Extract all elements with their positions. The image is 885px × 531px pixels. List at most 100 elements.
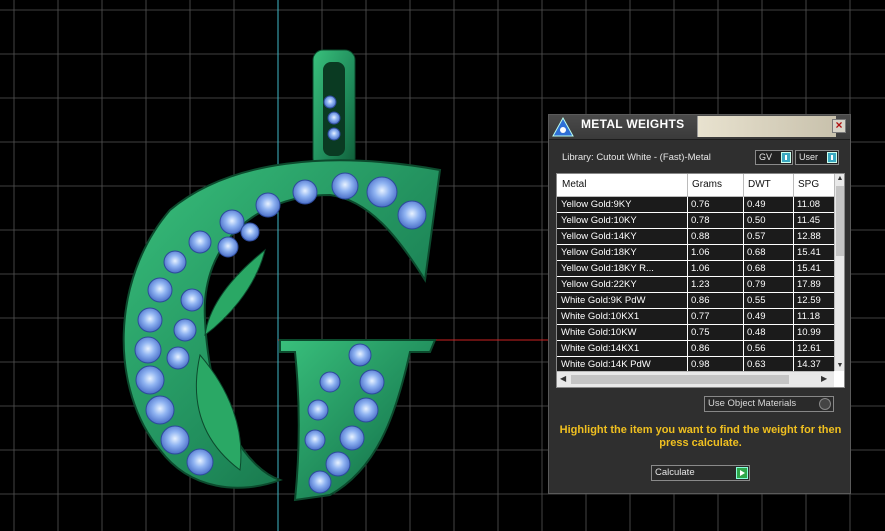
horizontal-scrollbar[interactable]: ◀ ▶	[557, 371, 834, 387]
metal-weights-panel: METAL WEIGHTS × Library: Cutout White - …	[548, 114, 851, 494]
gem-stone	[308, 470, 332, 494]
cell-grams: 1.06	[691, 263, 710, 274]
gem-stone	[327, 111, 341, 125]
column-separator	[687, 213, 688, 229]
gem-stone	[163, 250, 187, 274]
gv-toggle[interactable]: GV	[755, 150, 793, 165]
cell-spg: 12.88	[797, 231, 821, 242]
gem-stone	[135, 365, 165, 395]
header-metal[interactable]: Metal	[562, 179, 586, 190]
hscroll-thumb[interactable]	[571, 375, 789, 384]
app-logo-icon	[552, 117, 574, 137]
vertical-scrollbar[interactable]: ▲ ▼	[834, 174, 844, 371]
column-separator	[743, 245, 744, 261]
user-label: User	[799, 152, 819, 162]
cell-metal: White Gold:10KW	[561, 327, 637, 338]
gem-stone	[327, 127, 341, 141]
cell-dwt: 0.68	[747, 247, 766, 258]
column-separator	[793, 213, 794, 229]
cell-metal: Yellow Gold:18KY	[561, 247, 637, 258]
material-source-dropdown[interactable]: Use Object Materials	[704, 396, 834, 412]
gem-stone	[186, 448, 214, 476]
column-separator	[793, 293, 794, 309]
cell-grams: 0.75	[691, 327, 710, 338]
cell-grams: 0.76	[691, 199, 710, 210]
cell-metal: White Gold:10KX1	[561, 311, 640, 322]
calculate-button[interactable]: Calculate	[651, 465, 750, 481]
table-row[interactable]: Yellow Gold:22KY 1.23 0.79 17.89	[557, 277, 834, 293]
cell-spg: 12.59	[797, 295, 821, 306]
table-row[interactable]: Yellow Gold:18KY 1.06 0.68 15.41	[557, 245, 834, 261]
calculate-label: Calculate	[655, 467, 695, 478]
cell-dwt: 0.50	[747, 215, 766, 226]
gem-stone	[366, 176, 398, 208]
table-row[interactable]: White Gold:10KW 0.75 0.48 10.99	[557, 325, 834, 341]
cell-metal: Yellow Gold:18KY R...	[561, 263, 654, 274]
cell-spg: 11.08	[797, 199, 821, 210]
gem-stone	[134, 336, 162, 364]
table-body: Yellow Gold:9KY 0.76 0.49 11.08 Yellow Gold:…	[557, 197, 834, 373]
header-dwt[interactable]: DWT	[748, 179, 771, 190]
column-separator	[743, 261, 744, 277]
column-separator	[687, 261, 688, 277]
cell-spg: 17.89	[797, 279, 821, 290]
table-row[interactable]: Yellow Gold:14KY 0.88 0.57 12.88	[557, 229, 834, 245]
table-row[interactable]: White Gold:10KX1 0.77 0.49 11.18	[557, 309, 834, 325]
gem-stone	[160, 425, 190, 455]
gem-stone	[173, 318, 197, 342]
cell-spg: 11.45	[797, 215, 821, 226]
cell-grams: 0.77	[691, 311, 710, 322]
metal-weights-table[interactable]: Metal Grams DWT SPG Yellow Gold:9KY 0.76 0…	[556, 173, 845, 388]
user-toggle[interactable]: User	[795, 150, 839, 165]
gem-stone	[325, 451, 351, 477]
gem-stone	[147, 277, 173, 303]
gem-stone	[145, 395, 175, 425]
cell-grams: 1.23	[691, 279, 710, 290]
table-row[interactable]: White Gold:9K PdW 0.86 0.55 12.59	[557, 293, 834, 309]
cell-spg: 14.37	[797, 359, 821, 370]
library-label: Library: Cutout White - (Fast)-Metal	[562, 152, 711, 163]
column-separator	[687, 245, 688, 261]
dropdown-value: Use Object Materials	[708, 398, 797, 409]
column-separator	[743, 309, 744, 325]
gv-toggle-icon	[781, 152, 791, 163]
gem-stone	[255, 192, 281, 218]
cell-metal: White Gold:9K PdW	[561, 295, 646, 306]
cell-dwt: 0.79	[747, 279, 766, 290]
header-grams[interactable]: Grams	[692, 179, 722, 190]
table-row[interactable]: White Gold:14KX1 0.86 0.56 12.61	[557, 341, 834, 357]
column-separator	[743, 325, 744, 341]
column-separator	[743, 197, 744, 213]
column-separator	[743, 213, 744, 229]
scroll-up-icon[interactable]: ▲	[835, 174, 844, 184]
gem-stone	[319, 371, 341, 393]
scroll-thumb[interactable]	[836, 186, 844, 256]
column-separator	[687, 229, 688, 245]
column-separator	[793, 309, 794, 325]
gem-stone	[180, 288, 204, 312]
table-row[interactable]: Yellow Gold:18KY R... 1.06 0.68 15.41	[557, 261, 834, 277]
close-icon[interactable]: ×	[832, 119, 846, 133]
dropdown-arrow-icon	[819, 398, 831, 410]
scroll-down-icon[interactable]: ▼	[835, 361, 844, 371]
gem-stone	[166, 346, 190, 370]
cell-dwt: 0.49	[747, 199, 766, 210]
scroll-left-icon[interactable]: ◀	[560, 374, 566, 383]
cell-spg: 15.41	[797, 263, 821, 274]
scroll-right-icon[interactable]: ▶	[821, 374, 827, 383]
letter-g-pendant[interactable]	[122, 49, 442, 502]
instruction-text: Highlight the item you want to find the …	[559, 424, 842, 449]
table-row[interactable]: Yellow Gold:10KY 0.78 0.50 11.45	[557, 213, 834, 229]
column-separator	[687, 341, 688, 357]
cell-metal: Yellow Gold:9KY	[561, 199, 632, 210]
gem-stone	[137, 307, 163, 333]
title-bar-fill	[697, 116, 836, 137]
header-spg[interactable]: SPG	[798, 179, 819, 190]
table-row[interactable]: Yellow Gold:9KY 0.76 0.49 11.08	[557, 197, 834, 213]
panel-title-bar[interactable]: METAL WEIGHTS ×	[549, 115, 850, 140]
gem-stone	[219, 209, 245, 235]
cell-dwt: 0.57	[747, 231, 766, 242]
gem-stone	[307, 399, 329, 421]
column-separator	[793, 261, 794, 277]
cell-spg: 15.41	[797, 247, 821, 258]
